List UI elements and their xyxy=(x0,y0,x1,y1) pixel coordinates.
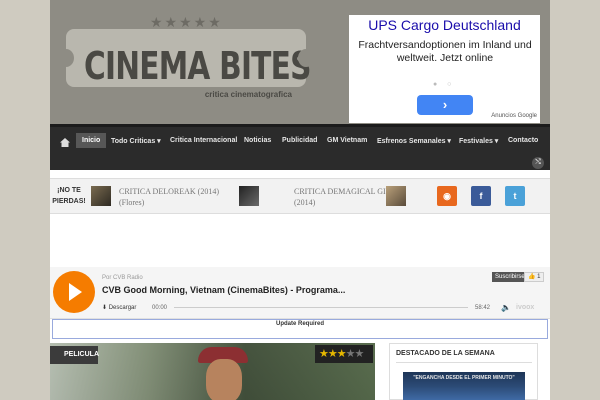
page-background-right xyxy=(550,0,600,400)
audio-player: Por CVB Radio CVB Good Morning, Vietnam … xyxy=(50,267,550,319)
logo-title: CINEMA BITES xyxy=(84,44,311,88)
subscribe-button[interactable]: Suscribirse xyxy=(492,272,528,282)
ticker-thumbnail[interactable] xyxy=(386,186,406,206)
player-current-time: 00:00 xyxy=(152,305,168,311)
home-icon[interactable] xyxy=(60,138,70,147)
site-header: ★★★★★ CINEMA BITES critica cinematografi… xyxy=(50,0,550,124)
category-tag[interactable]: PELICULA xyxy=(50,346,99,364)
site-logo[interactable]: ★★★★★ CINEMA BITES critica cinematografi… xyxy=(58,13,314,99)
play-button[interactable] xyxy=(53,271,95,313)
logo-ticket-shape: CINEMA BITES critica cinematografica xyxy=(58,29,314,99)
featured-image-person xyxy=(198,347,256,400)
widget-poster-text: "ENGANCHA DESDE EL PRIMER MINUTO" xyxy=(413,375,515,381)
nav-item-estrenos-semanales[interactable]: Esfrenos Semanales ▾ xyxy=(377,137,451,145)
sidebar-widget: DESTACADO DE LA SEMANA "ENGANCHA DESDE E… xyxy=(389,343,538,400)
player-duration: 58:42 xyxy=(475,305,491,311)
nav-item-gm-vietnam[interactable]: GM Vietnam xyxy=(327,137,367,144)
update-required-text: Update Required xyxy=(275,321,324,327)
player-author[interactable]: Por CVB Radio xyxy=(102,275,143,281)
download-link[interactable]: ⬇ Descargar xyxy=(102,304,136,311)
star-icon: ★★★ xyxy=(319,348,347,360)
ticker-item[interactable]: CRITICA DELOREAK (2014) (Flores) xyxy=(119,186,219,208)
star-empty-icon: ★★ xyxy=(345,348,365,360)
ad-footer[interactable]: Anuncios Google xyxy=(491,113,537,119)
nav-item-noticias[interactable]: Noticias xyxy=(244,137,271,144)
nav-item-festivales[interactable]: Festivales ▾ xyxy=(459,137,498,145)
ad-text: Frachtversandoptionen im Inland und welt… xyxy=(358,39,532,64)
ticker-thumbnail[interactable] xyxy=(91,186,111,206)
site-wrapper: ★★★★★ CINEMA BITES critica cinematografi… xyxy=(50,0,550,400)
twitter-icon[interactable]: t xyxy=(505,186,525,206)
ticker-item[interactable]: CRITICA DEMAGICAL GIRL (2014) xyxy=(294,186,396,208)
shuffle-icon[interactable]: ⤭ xyxy=(532,157,544,169)
ad-go-button[interactable]: › xyxy=(417,95,473,115)
ticker-label: ¡NO TE PIERDAS! xyxy=(50,181,88,213)
page-background-left xyxy=(0,0,50,400)
nav-item-publicidad[interactable]: Publicidad xyxy=(282,137,317,144)
news-ticker: ¡NO TE PIERDAS! CRITICA DELOREAK (2014) … xyxy=(50,178,550,214)
rss-icon[interactable]: ◉ xyxy=(437,186,457,206)
ticker-thumbnail[interactable] xyxy=(239,186,259,206)
like-button[interactable]: 👍 1 xyxy=(524,272,545,282)
volume-icon[interactable]: 🔈 xyxy=(501,303,511,312)
ad-pagination-dots: ● ○ xyxy=(433,81,456,88)
widget-poster-image[interactable]: "ENGANCHA DESDE EL PRIMER MINUTO" xyxy=(403,372,525,400)
ticker-item-subtitle: (Flores) xyxy=(119,198,145,207)
player-title[interactable]: CVB Good Morning, Vietnam (CinemaBites) … xyxy=(102,285,345,295)
player-brand-logo[interactable]: ivoox xyxy=(516,304,534,311)
ticker-item-title[interactable]: CRITICA DEMAGICAL GIRL xyxy=(294,186,396,197)
rating-stars: ★★★★★ xyxy=(315,345,373,363)
facebook-icon[interactable]: f xyxy=(471,186,491,206)
ticker-item-subtitle: (2014) xyxy=(294,198,316,207)
ticker-item-title[interactable]: CRITICA DELOREAK (2014) xyxy=(119,186,219,197)
logo-subtitle: critica cinematografica xyxy=(204,90,292,99)
nav-item-contacto[interactable]: Contacto xyxy=(508,137,538,144)
widget-divider xyxy=(396,362,532,363)
player-progress-bar[interactable] xyxy=(174,307,468,308)
advertisement[interactable]: UPS Cargo Deutschland Frachtversandoptio… xyxy=(349,15,540,123)
ad-title[interactable]: UPS Cargo Deutschland xyxy=(349,17,540,33)
widget-title: DESTACADO DE LA SEMANA xyxy=(396,350,495,357)
update-required-notice[interactable]: Update Required xyxy=(52,319,548,339)
main-navigation: Inicio Todo Criticas ▾ Critica Internaci… xyxy=(50,124,550,170)
nav-item-inicio[interactable]: Inicio xyxy=(76,133,107,148)
nav-item-todo-criticas[interactable]: Todo Criticas ▾ xyxy=(111,137,161,145)
featured-image-face xyxy=(206,359,242,400)
nav-item-critica-internacional[interactable]: Critica Internacional xyxy=(170,137,237,144)
